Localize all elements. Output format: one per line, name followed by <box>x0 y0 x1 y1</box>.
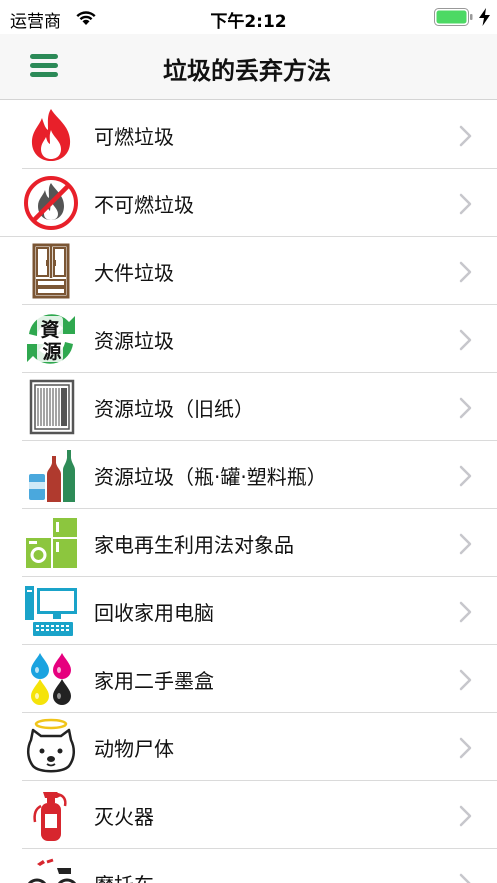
dog-angel-icon <box>23 718 79 776</box>
list-item-animal-carcass[interactable]: 动物尸体 <box>0 713 497 781</box>
no-fire-icon <box>23 174 79 232</box>
newspaper-icon <box>23 378 79 436</box>
list-item-label: 回收家用电脑 <box>94 601 214 625</box>
motorcycle-icon <box>23 854 79 883</box>
chevron-right-icon <box>459 805 472 827</box>
chevron-right-icon <box>459 601 472 623</box>
list-item-label: 摩托车 <box>94 869 154 883</box>
chevron-right-icon <box>459 737 472 759</box>
list-item-old-paper[interactable]: 资源垃圾（旧纸） <box>0 373 497 441</box>
ink-drops-icon <box>23 650 79 708</box>
list-item-burnable[interactable]: 可燃垃圾 <box>0 101 497 169</box>
bottles-icon <box>23 446 79 504</box>
fire-extinguisher-icon <box>23 786 79 844</box>
cabinet-icon <box>23 242 79 300</box>
list-item-label: 资源垃圾（瓶·罐·塑料瓶） <box>94 465 327 489</box>
waste-category-list: 可燃垃圾 不可燃垃圾 大件垃圾 資 源 资源垃圾 资源垃圾（旧纸） 资源垃圾（瓶… <box>0 101 497 883</box>
list-item-label: 资源垃圾（旧纸） <box>94 397 254 421</box>
page-title: 垃圾的丢弃方法 <box>163 57 331 85</box>
list-item-label: 不可燃垃圾 <box>94 193 194 217</box>
chevron-right-icon <box>459 397 472 419</box>
list-item-label: 资源垃圾 <box>94 329 174 353</box>
clock: 下午2:12 <box>210 12 287 32</box>
list-item-bottles-cans[interactable]: 资源垃圾（瓶·罐·塑料瓶） <box>0 441 497 509</box>
chevron-right-icon <box>459 125 472 147</box>
chevron-right-icon <box>459 533 472 555</box>
chevron-right-icon <box>459 873 471 883</box>
chevron-right-icon <box>459 329 472 351</box>
list-item-ink-cartridges[interactable]: 家用二手墨盒 <box>0 645 497 713</box>
computer-icon <box>23 582 79 640</box>
list-item-label: 动物尸体 <box>94 737 174 761</box>
flame-icon <box>23 106 79 164</box>
list-item-non-burnable[interactable]: 不可燃垃圾 <box>0 169 497 237</box>
list-item-fire-extinguisher[interactable]: 灭火器 <box>0 781 497 849</box>
list-item-label: 可燃垃圾 <box>94 125 174 149</box>
list-item-resource[interactable]: 資 源 资源垃圾 <box>0 305 497 373</box>
status-bar: 运营商 下午2:12 <box>0 0 497 34</box>
recycle-resource-icon: 資 源 <box>23 310 79 368</box>
list-item-label: 家用二手墨盒 <box>94 669 214 693</box>
charging-bolt-icon <box>479 8 490 26</box>
chevron-right-icon <box>459 465 472 487</box>
icon-text: 資 <box>40 318 59 341</box>
chevron-right-icon <box>459 669 472 691</box>
list-item-bulky[interactable]: 大件垃圾 <box>0 237 497 305</box>
battery-icon <box>434 8 473 26</box>
list-item-appliance-recycling[interactable]: 家电再生利用法对象品 <box>0 509 497 577</box>
chevron-right-icon <box>459 261 472 283</box>
list-item-label: 家电再生利用法对象品 <box>94 533 294 557</box>
list-item-pc-recycling[interactable]: 回收家用电脑 <box>0 577 497 645</box>
chevron-right-icon <box>459 193 472 215</box>
list-item-label: 大件垃圾 <box>94 261 174 285</box>
navigation-bar: 垃圾的丢弃方法 <box>0 34 497 100</box>
list-item-motorcycle[interactable]: 摩托车 <box>0 849 497 883</box>
appliances-icon <box>23 514 79 572</box>
list-item-label: 灭火器 <box>94 805 154 829</box>
icon-text: 源 <box>42 340 61 363</box>
